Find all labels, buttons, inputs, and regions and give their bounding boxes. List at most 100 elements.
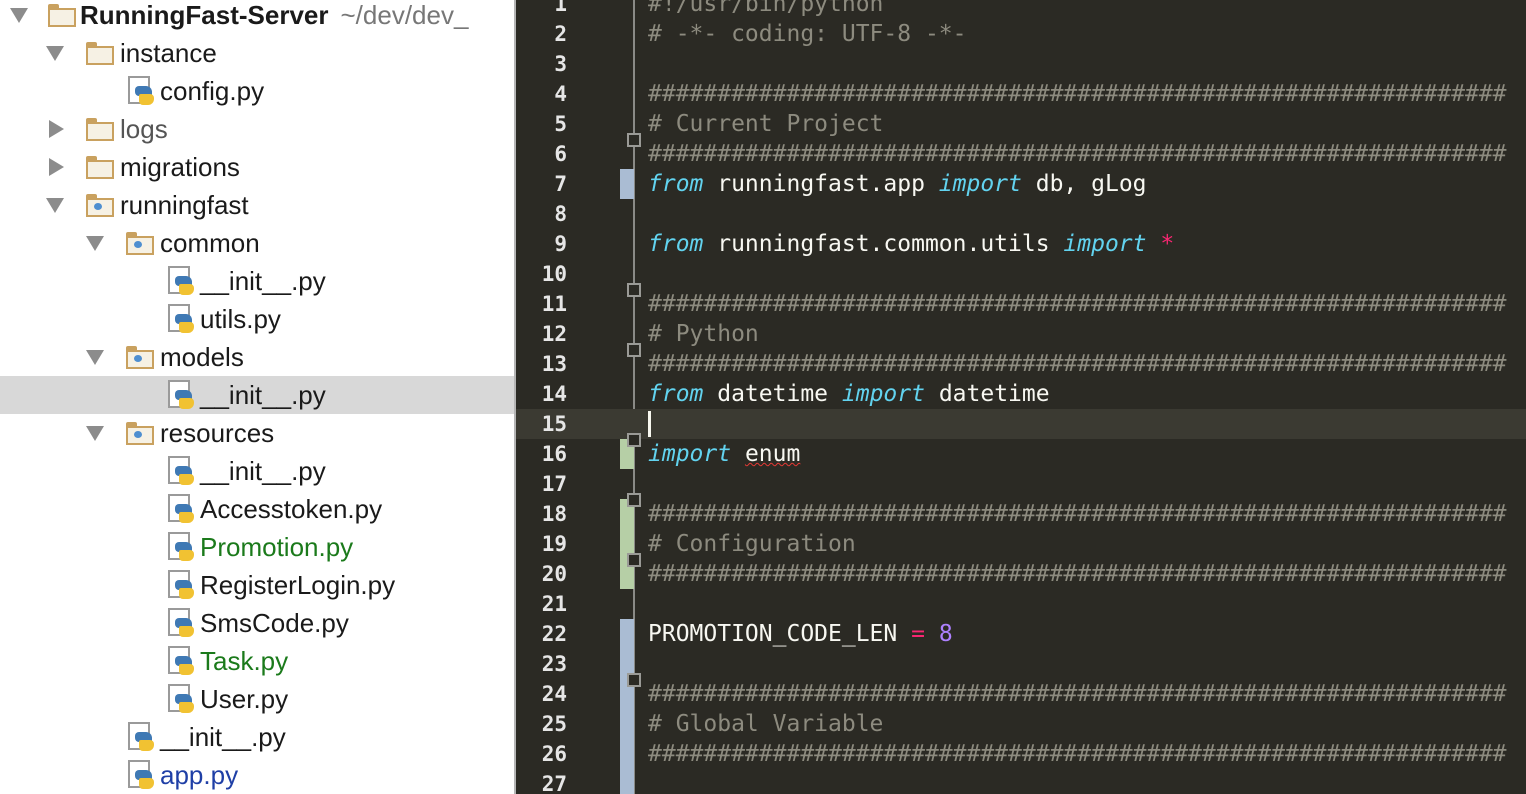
code-line[interactable]: 12 # Python [516,319,1526,349]
code-line[interactable]: 22 PROMOTION_CODE_LEN = 8 [516,619,1526,649]
line-number: 1 [554,0,567,16]
code-line[interactable]: 17 [516,469,1526,499]
tree-row-models[interactable]: models [0,338,514,376]
vcs-change-marker[interactable] [620,619,634,649]
fold-marker-icon[interactable] [627,553,641,567]
code-line[interactable]: 11 ######################################… [516,283,1526,319]
code-line[interactable]: 6 #######################################… [516,133,1526,169]
tree-row-common-init[interactable]: __init__.py [0,262,514,300]
code-line[interactable]: 14 from datetime import datetime [516,379,1526,409]
code-token: datetime [703,381,842,407]
code-line[interactable]: 21 [516,589,1526,619]
code-line[interactable]: 24 ######################################… [516,673,1526,709]
tree-row-resources-init[interactable]: __init__.py [0,452,514,490]
code-line[interactable]: 2 # -*- coding: UTF-8 -*- [516,19,1526,49]
tree-row-user[interactable]: User.py [0,680,514,718]
code-token: import [841,381,925,407]
tree-row-smscode[interactable]: SmsCode.py [0,604,514,642]
line-number: 20 [541,562,567,586]
tree-row-root[interactable]: RunningFast-Server ~/dev/dev_ [0,0,514,34]
code-text: ########################################… [648,289,1507,319]
tree-row-app[interactable]: app.py [0,756,514,794]
code-text: from runningfast.common.utils import * [648,229,1174,259]
code-token: import [938,171,1022,197]
code-line[interactable]: 26 ######################################… [516,739,1526,769]
chevron-down-icon[interactable] [10,8,28,23]
code-line[interactable]: 19 # Configuration [516,529,1526,559]
tree-row-instance[interactable]: instance [0,34,514,72]
code-line[interactable]: 15 [516,409,1526,439]
fold-marker-icon[interactable] [627,493,641,507]
code-text: # Current Project [648,109,883,139]
code-line[interactable]: 1 #!/usr/bin/python [516,0,1526,19]
code-text: PROMOTION_CODE_LEN = 8 [648,619,953,649]
code-token: # Python [648,321,759,347]
tree-row-migrations[interactable]: migrations [0,148,514,186]
code-line[interactable]: 16 import enum [516,433,1526,469]
tree-row-registerlogin[interactable]: RegisterLogin.py [0,566,514,604]
chevron-right-icon[interactable] [49,158,64,176]
code-text: # Global Variable [648,709,883,739]
python-file-icon [128,722,154,752]
vcs-change-marker[interactable] [620,769,634,794]
tree-row-utils[interactable]: utils.py [0,300,514,338]
line-number: 26 [541,742,567,766]
vcs-change-marker[interactable] [620,169,634,199]
fold-marker-icon[interactable] [627,343,641,357]
code-line[interactable]: 8 [516,199,1526,229]
code-token: ########################################… [648,81,1507,107]
tree-row-resources[interactable]: resources [0,414,514,452]
code-token: import [1063,231,1147,257]
code-editor[interactable]: 1 #!/usr/bin/python 2 # -*- coding: UTF-8 -… [516,0,1526,794]
code-line[interactable]: 27 [516,769,1526,794]
tree-row-models-init[interactable]: __init__.py [0,376,514,414]
vcs-change-marker[interactable] [620,709,634,739]
code-line[interactable]: 5 # Current Project [516,109,1526,139]
chevron-down-icon[interactable] [86,236,104,251]
tree-row-task[interactable]: Task.py [0,642,514,680]
fold-marker-icon[interactable] [627,673,641,687]
code-line[interactable]: 7 from runningfast.app import db, gLog [516,169,1526,199]
tree-row-common[interactable]: common [0,224,514,262]
code-line[interactable]: 3 [516,49,1526,79]
code-token: enum [744,441,801,467]
chevron-down-icon[interactable] [86,426,104,441]
fold-marker-icon[interactable] [627,433,641,447]
code-line[interactable]: 10 [516,259,1526,289]
tree-row-accesstoken[interactable]: Accesstoken.py [0,490,514,528]
chevron-down-icon[interactable] [46,198,64,213]
code-token: import [648,441,732,467]
tree-row-logs[interactable]: logs [0,110,514,148]
code-line[interactable]: 9 from runningfast.common.utils import * [516,229,1526,259]
fold-marker-icon[interactable] [627,283,641,297]
tree-row-promotion[interactable]: Promotion.py [0,528,514,566]
code-token: datetime [924,381,1050,407]
python-file-icon [168,684,194,714]
code-line[interactable]: 18 ######################################… [516,493,1526,529]
chevron-right-icon[interactable] [49,120,64,138]
line-number: 12 [541,322,567,346]
line-number: 4 [554,82,567,106]
code-text: ########################################… [648,679,1507,709]
tree-row-runningfast-init[interactable]: __init__.py [0,718,514,756]
code-line[interactable]: 13 ######################################… [516,343,1526,379]
code-line[interactable]: 23 [516,649,1526,679]
python-file-icon [168,304,194,334]
code-text: ########################################… [648,559,1507,589]
code-line[interactable]: 25 # Global Variable [516,709,1526,739]
fold-marker-icon[interactable] [627,133,641,147]
code-line[interactable]: 20 ######################################… [516,553,1526,589]
tree-row-config[interactable]: config.py [0,72,514,110]
chevron-down-icon[interactable] [46,46,64,61]
chevron-down-icon[interactable] [86,350,104,365]
tree-item-label: common [160,228,260,258]
tree-row-runningfast[interactable]: runningfast [0,186,514,224]
code-token: ########################################… [648,291,1507,317]
tree-item-label: runningfast [120,190,249,220]
vcs-change-marker[interactable] [620,739,634,769]
python-file-icon [168,570,194,600]
code-line[interactable]: 4 #######################################… [516,79,1526,109]
code-text: ########################################… [648,79,1507,109]
